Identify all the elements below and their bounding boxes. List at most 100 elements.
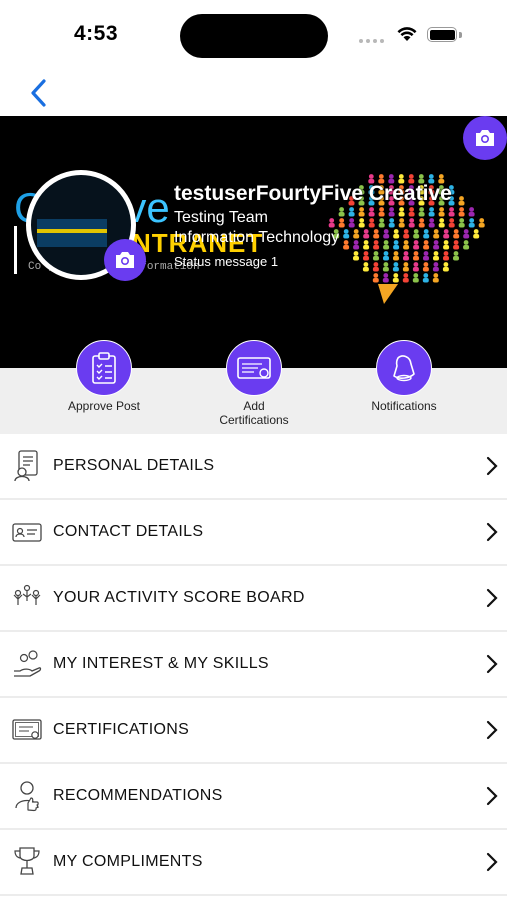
person-figure (402, 273, 409, 283)
thumbs-up-person-icon (12, 780, 42, 812)
person-figure (448, 218, 455, 228)
person-figure (372, 273, 379, 283)
person-figure (362, 262, 369, 272)
person-figure (353, 251, 359, 261)
person-figure (453, 251, 459, 261)
person-figure (378, 207, 385, 217)
person-figure (358, 207, 365, 217)
person-figure (443, 229, 450, 239)
menu-personal-details[interactable]: PERSONAL DETAILS (0, 434, 507, 500)
hand-people-icon (12, 648, 42, 680)
person-figure (392, 262, 399, 272)
person-figure (438, 207, 445, 217)
person-figure (328, 218, 335, 228)
menu-item-label: CERTIFICATIONS (53, 721, 190, 738)
profile-banner: C ive NTRANET Co , Process & Information… (0, 116, 507, 368)
person-figure (468, 218, 475, 228)
menu-contact-details[interactable]: CONTACT DETAILS (0, 500, 507, 566)
person-figure (473, 229, 480, 239)
person-figure (338, 207, 345, 217)
person-figure (458, 207, 465, 217)
approve-post-button[interactable]: Approve Post (34, 340, 174, 413)
dynamic-island (180, 14, 328, 58)
person-figure (378, 218, 385, 228)
person-figure (423, 229, 430, 239)
menu-certifications[interactable]: CERTIFICATIONS (0, 698, 507, 764)
wifi-icon (397, 27, 417, 41)
person-figure (432, 273, 439, 283)
person-figure (422, 262, 429, 272)
approve-post-label: Approve Post (67, 399, 141, 413)
chevron-right-icon (486, 720, 498, 740)
person-figure (413, 240, 420, 250)
person-figure (433, 251, 439, 261)
person-figure (458, 218, 465, 228)
person-figure (433, 229, 440, 239)
notifications-button[interactable]: Notifications (334, 340, 474, 413)
person-figure (423, 251, 429, 261)
person-figure (412, 262, 419, 272)
add-certifications-label: Add Certifications (219, 399, 289, 427)
person-figure (442, 262, 449, 272)
person-figure (453, 240, 460, 250)
menu-recommendations[interactable]: RECOMMENDATIONS (0, 764, 507, 830)
person-figure (353, 229, 360, 239)
person-figure (413, 251, 419, 261)
person-figure (433, 240, 440, 250)
status-time: 4:53 (74, 22, 119, 45)
person-figure (383, 229, 390, 239)
chevron-right-icon (486, 456, 498, 476)
menu-compliments[interactable]: MY COMPLIMENTS (0, 830, 507, 896)
person-figure (353, 240, 360, 250)
add-certifications-button[interactable]: Add Certifications (184, 340, 324, 427)
team-celebrate-icon (12, 582, 42, 614)
person-figure (383, 240, 390, 250)
person-figure (402, 262, 409, 272)
person-figure (423, 240, 430, 250)
menu-item-label: MY INTEREST & MY SKILLS (53, 655, 269, 672)
speech-bubble-tail (378, 284, 398, 304)
person-figure (343, 240, 350, 250)
person-figure (383, 251, 389, 261)
person-figure (393, 240, 400, 250)
person-figure (363, 240, 370, 250)
person-figure (393, 251, 399, 261)
menu-activity-score-board[interactable]: YOUR ACTIVITY SCORE BOARD (0, 566, 507, 632)
person-figure (468, 207, 475, 217)
person-figure (422, 273, 429, 283)
person-figure (403, 251, 409, 261)
change-cover-button[interactable] (463, 116, 507, 160)
person-figure (438, 218, 445, 228)
chevron-right-icon (486, 522, 498, 542)
menu-item-label: PERSONAL DETAILS (53, 457, 215, 474)
change-avatar-button[interactable] (104, 239, 146, 281)
person-figure (418, 207, 425, 217)
menu-item-label: CONTACT DETAILS (53, 523, 204, 540)
person-figure (418, 218, 425, 228)
person-figure (458, 196, 465, 206)
person-figure (443, 240, 450, 250)
quick-actions: Approve Post Add Certifications Notifica… (0, 340, 507, 434)
person-document-icon (12, 450, 42, 482)
menu-interest-skills[interactable]: MY INTEREST & MY SKILLS (0, 632, 507, 698)
trophy-icon (12, 846, 42, 878)
person-figure (463, 229, 470, 239)
certificate-icon (12, 714, 42, 746)
notifications-label: Notifications (371, 399, 437, 413)
person-figure (373, 240, 380, 250)
person-figure (432, 262, 439, 272)
person-figure (382, 262, 389, 272)
status-bar: 4:53 (0, 0, 507, 70)
back-button[interactable] (24, 76, 54, 110)
chevron-right-icon (486, 852, 498, 872)
person-figure (373, 251, 379, 261)
person-figure (408, 218, 415, 228)
nav-bar (0, 70, 507, 116)
person-figure (348, 207, 355, 217)
person-figure (348, 218, 355, 228)
person-figure (453, 229, 460, 239)
person-figure (428, 218, 435, 228)
contact-card-icon (12, 516, 42, 548)
person-figure (393, 229, 400, 239)
person-figure (343, 229, 350, 239)
